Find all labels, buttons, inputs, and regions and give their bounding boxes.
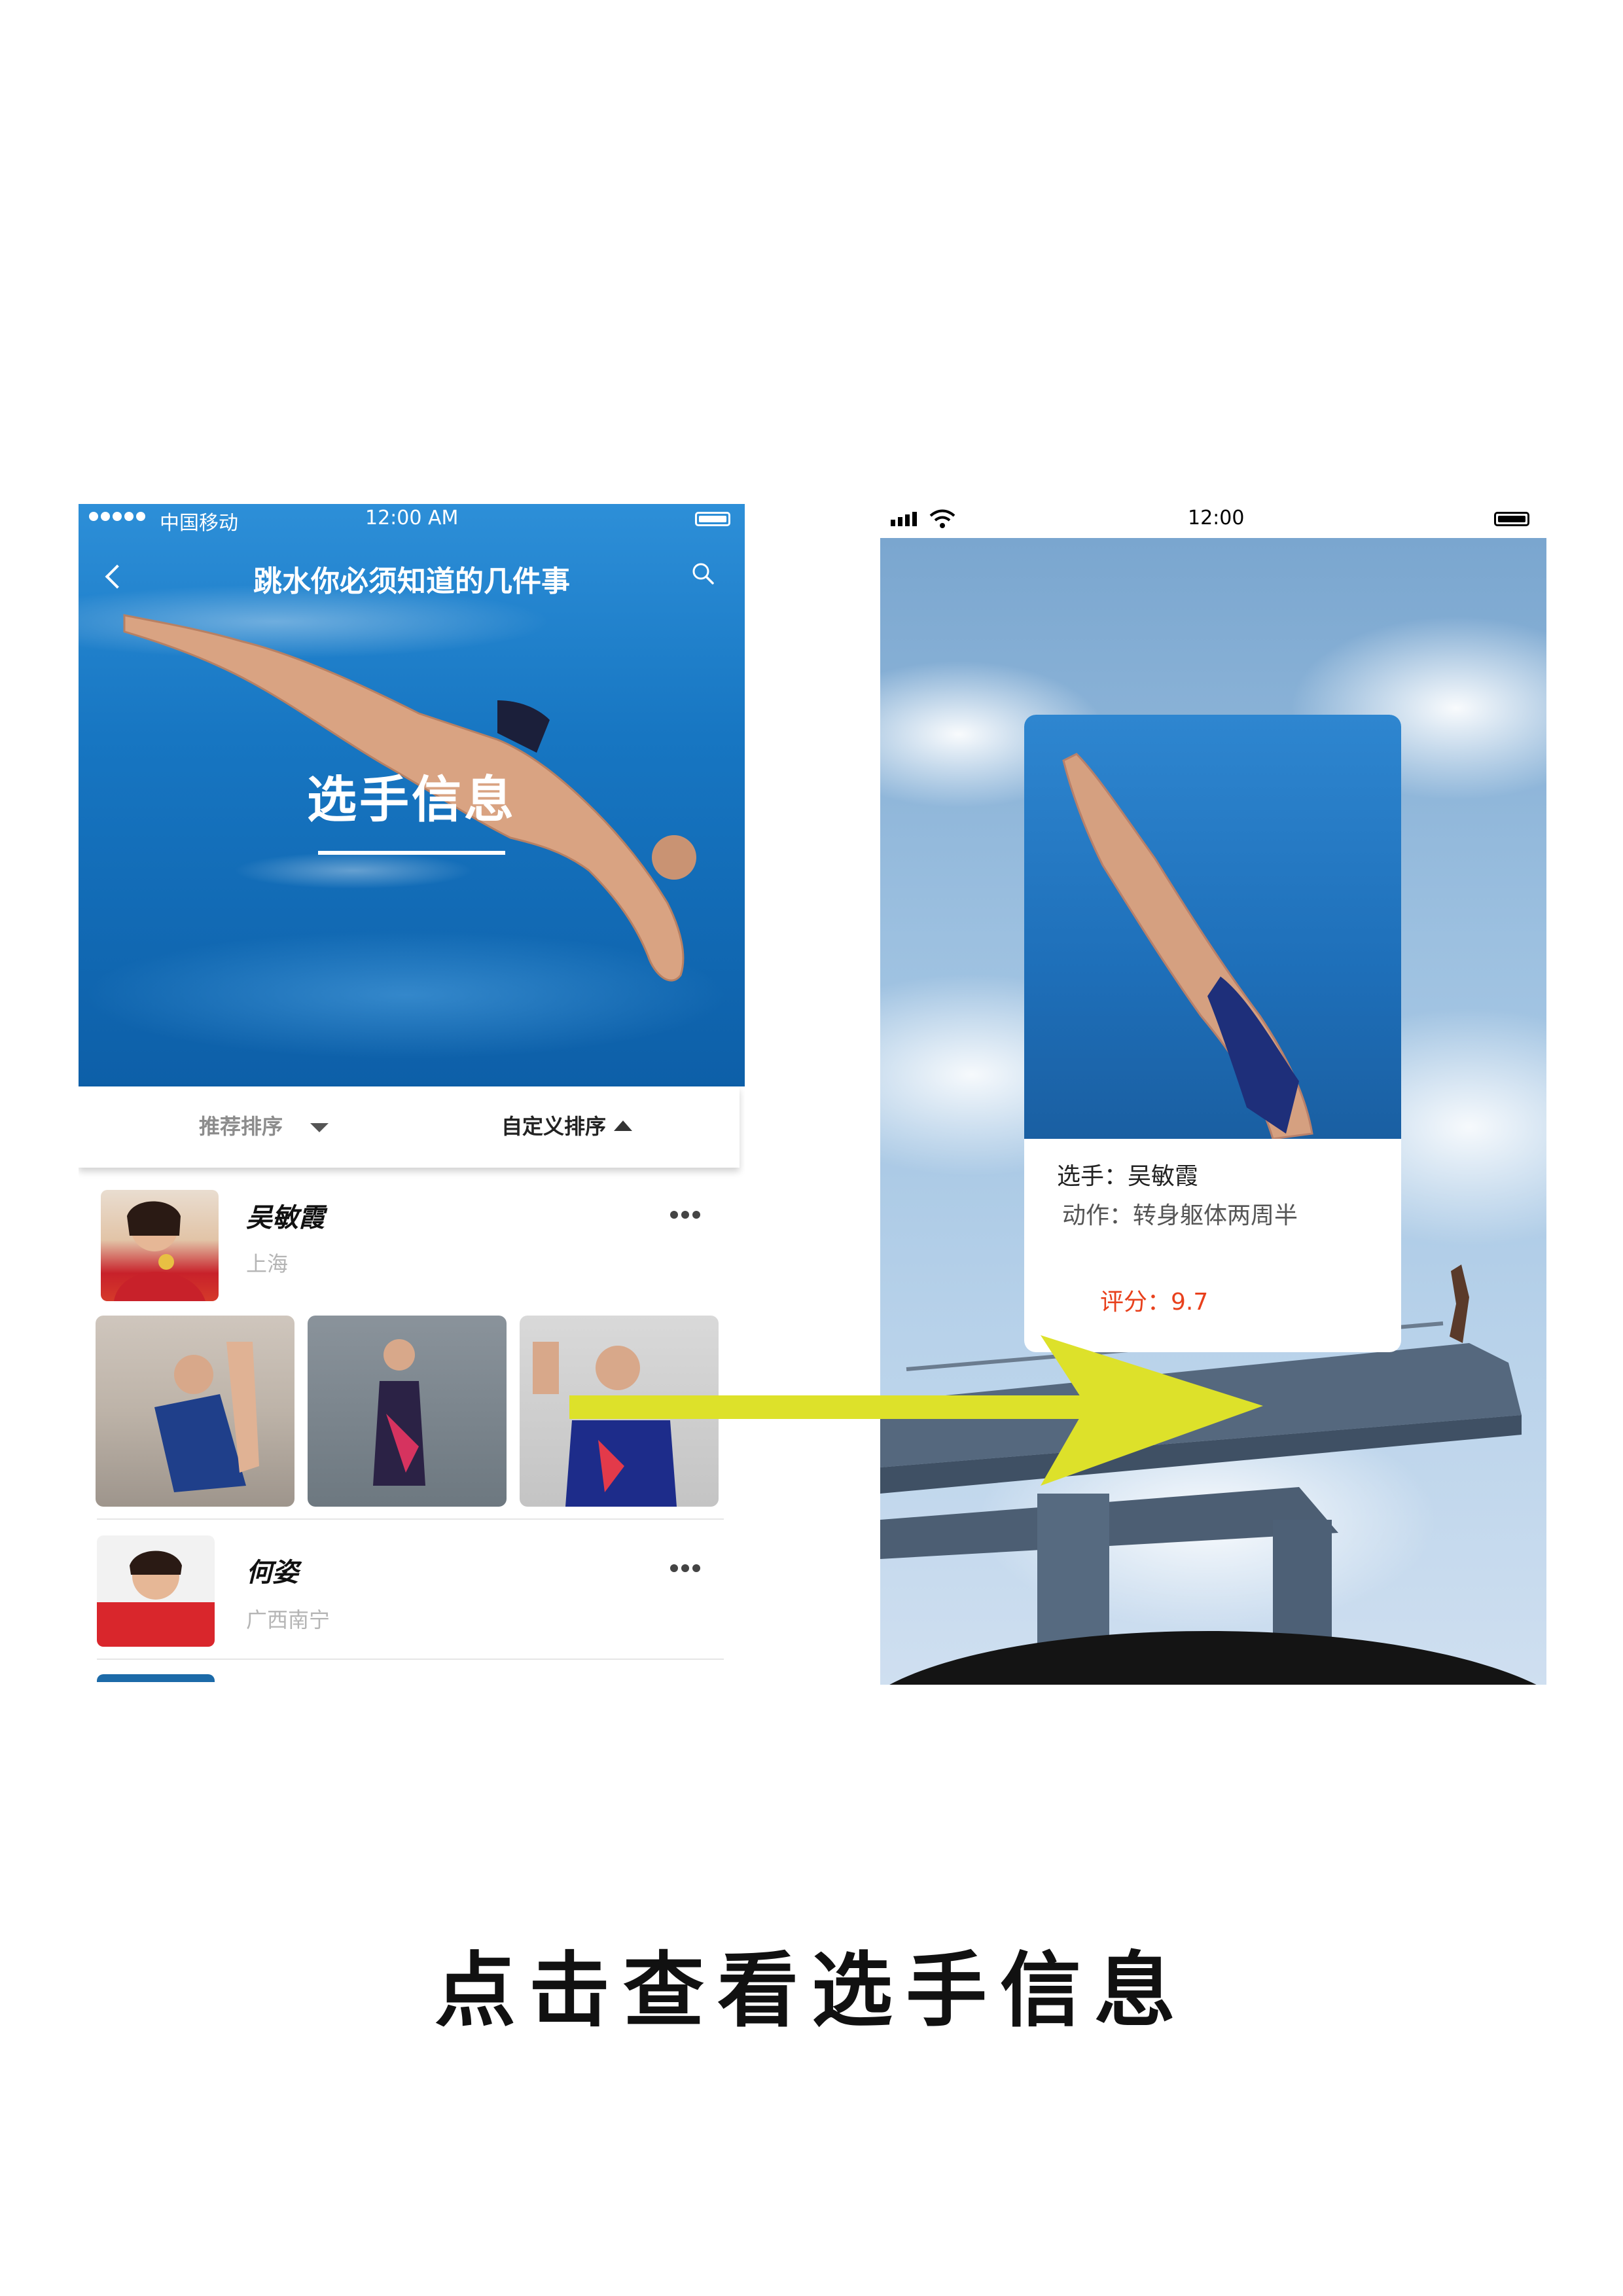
background-photo: 选手：吴敏霞 动作：转身躯体两周半 评分：9.7 bbox=[880, 538, 1546, 1685]
search-icon[interactable] bbox=[691, 562, 715, 585]
sort-custom-button[interactable]: 自定义排序 bbox=[501, 1110, 606, 1140]
athlete-photo[interactable] bbox=[96, 1316, 294, 1507]
avatar[interactable] bbox=[101, 1190, 219, 1301]
athlete-name[interactable]: 何姿 bbox=[246, 1551, 298, 1589]
battery-icon bbox=[695, 512, 730, 526]
card-action: 动作：转身躯体两周半 bbox=[1062, 1202, 1298, 1229]
athlete-location: 广西南宁 bbox=[246, 1607, 330, 1632]
avatar[interactable] bbox=[97, 1674, 215, 1682]
right-phone-screen: 12:00 选手：吴敏霞 动作：转身躯体两周半 评分：9.7 bbox=[880, 504, 1546, 1686]
wifi-icon bbox=[929, 509, 955, 528]
card-photo bbox=[1024, 715, 1401, 1140]
page-title: 跳水你必须知道的几件事 bbox=[253, 565, 570, 598]
athlete-name[interactable]: 吴敏霞 bbox=[246, 1196, 325, 1234]
card-player: 选手：吴敏霞 bbox=[1057, 1163, 1199, 1190]
more-options-icon[interactable] bbox=[670, 1564, 700, 1572]
left-phone-screen: 中国移动 12:00 AM 跳水你必须知道的几件事 选手信息 推荐排序 自定义排… bbox=[79, 504, 745, 1682]
hero-underline bbox=[318, 851, 505, 855]
status-time: 12:00 bbox=[1188, 507, 1245, 529]
chevron-down-icon[interactable] bbox=[310, 1123, 329, 1132]
avatar[interactable] bbox=[97, 1535, 215, 1647]
chevron-up-icon[interactable] bbox=[614, 1121, 632, 1131]
signal-icon bbox=[891, 512, 917, 526]
athlete-photo[interactable] bbox=[308, 1316, 507, 1507]
row-divider bbox=[97, 1518, 724, 1520]
carrier-name: 中国移动 bbox=[160, 512, 238, 535]
signal-dots-icon bbox=[89, 512, 145, 521]
status-time: 12:00 AM bbox=[365, 507, 459, 529]
more-options-icon[interactable] bbox=[670, 1211, 700, 1219]
caption: 点击查看选手信息 bbox=[434, 1943, 1188, 2038]
status-bar: 中国移动 12:00 AM bbox=[79, 504, 745, 537]
sort-bar: 推荐排序 自定义排序 bbox=[79, 1086, 740, 1168]
status-bar: 12:00 bbox=[880, 504, 1546, 537]
athlete-location: 上海 bbox=[246, 1251, 289, 1276]
athlete-info-card[interactable]: 选手：吴敏霞 动作：转身躯体两周半 评分：9.7 bbox=[1024, 715, 1401, 1352]
transition-arrow-icon bbox=[569, 1335, 1263, 1486]
sort-recommended-button[interactable]: 推荐排序 bbox=[199, 1110, 283, 1140]
hero-banner: 中国移动 12:00 AM 跳水你必须知道的几件事 选手信息 bbox=[79, 504, 745, 1086]
row-divider bbox=[97, 1659, 724, 1660]
hero-title: 选手信息 bbox=[307, 770, 516, 829]
battery-icon bbox=[1494, 512, 1529, 526]
card-score: 评分：9.7 bbox=[1100, 1289, 1209, 1316]
